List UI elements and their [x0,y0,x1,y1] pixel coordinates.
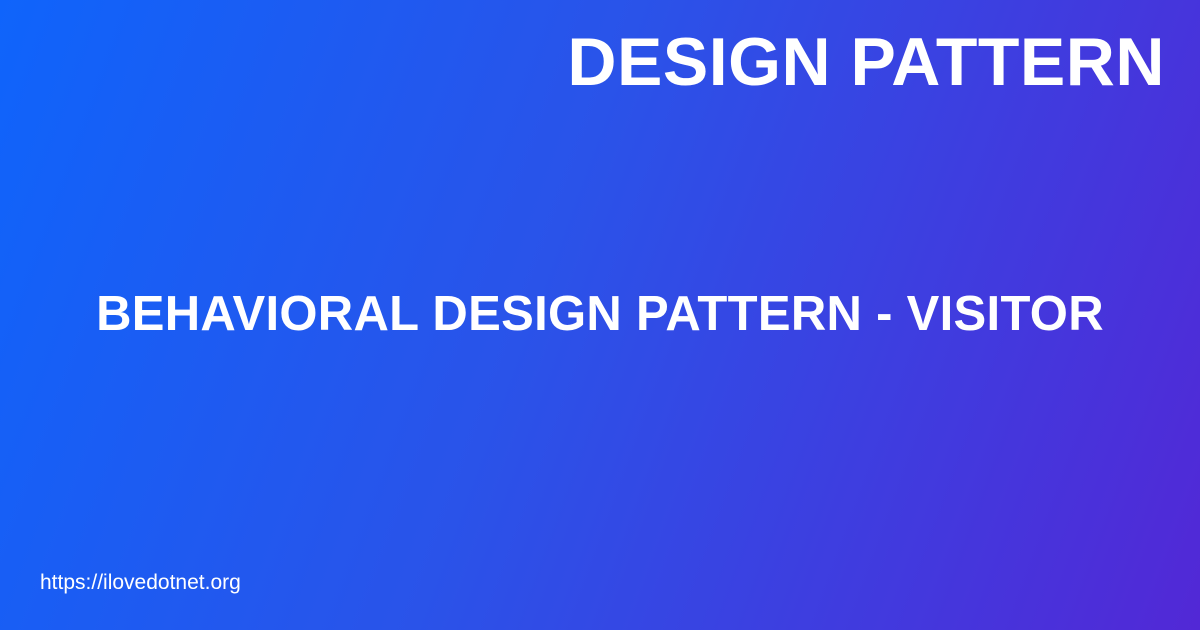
category-heading: DESIGN PATTERN [567,24,1165,100]
article-title: BEHAVIORAL DESIGN PATTERN - VISITOR [96,287,1104,341]
site-url: https://ilovedotnet.org [40,571,241,594]
social-share-card: DESIGN PATTERN BEHAVIORAL DESIGN PATTERN… [0,0,1200,630]
